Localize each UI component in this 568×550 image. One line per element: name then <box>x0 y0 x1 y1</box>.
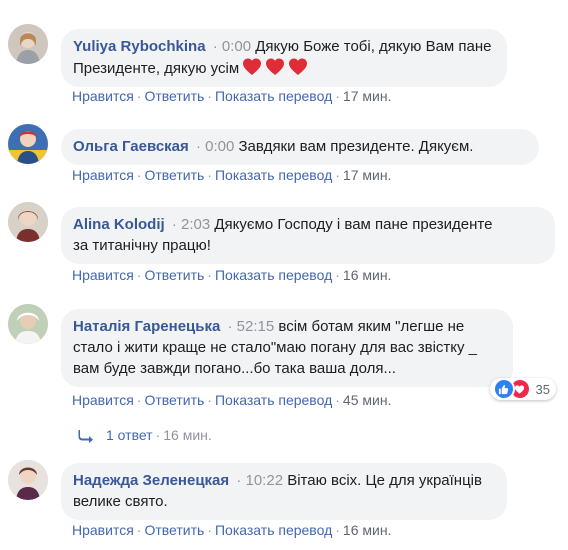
replies-age: 16 мин. <box>163 427 212 443</box>
reactions-summary[interactable]: 35 <box>489 378 556 400</box>
comment-text-line: Дякую Боже тобі, дякую Вам пане <box>255 38 492 55</box>
translate-link[interactable]: Показать перевод <box>215 267 332 283</box>
comment-author[interactable]: Yuliya Rybochkina <box>73 38 206 55</box>
like-link[interactable]: Нравится <box>72 522 134 538</box>
avatar[interactable] <box>8 124 48 164</box>
comment-text-line: за титанічну працю! <box>73 237 211 254</box>
avatar[interactable] <box>8 202 48 242</box>
comment-timestamp[interactable]: 0:00 <box>222 38 251 55</box>
comment-age[interactable]: 17 мин. <box>343 167 392 183</box>
avatar[interactable] <box>8 460 48 500</box>
comment-actions: Нравится · Ответить · Показать перевод · 17 ми… <box>72 88 392 104</box>
comment-bubble: Надежда Зеленецкая · 10:22 Вітаю всіх. Ц… <box>61 463 507 520</box>
red-heart-icon <box>289 58 308 75</box>
reply-arrow-icon <box>78 430 93 444</box>
comment-timestamp[interactable]: 10:22 <box>246 472 284 489</box>
comment-actions: Нравится · Ответить · Показать перевод · 45 ми… <box>72 392 392 408</box>
comment-text-line: велике свято. <box>73 493 168 510</box>
reply-link[interactable]: Ответить <box>144 522 204 538</box>
comment-age[interactable]: 45 мин. <box>343 392 392 408</box>
translate-link[interactable]: Показать перевод <box>215 392 332 408</box>
comment-text-line: Завдяки вам президенте. Дякуєм. <box>238 138 474 155</box>
translate-link[interactable]: Показать перевод <box>215 88 332 104</box>
view-replies-link[interactable]: 1 ответ · 16 мин. <box>78 427 212 444</box>
comment-actions: Нравится · Ответить · Показать перевод · 16 ми… <box>72 267 392 283</box>
avatar[interactable] <box>8 304 48 344</box>
like-reaction-icon <box>492 378 515 400</box>
reply-link[interactable]: Ответить <box>144 88 204 104</box>
comment-author[interactable]: Ольга Гаевская <box>73 138 189 155</box>
comment-bubble: Alina Kolodij · 2:03 Дякуємо Господу і в… <box>61 207 555 264</box>
red-heart-icon <box>243 58 262 75</box>
reply-link[interactable]: Ответить <box>144 167 204 183</box>
like-link[interactable]: Нравится <box>72 88 134 104</box>
comment-author[interactable]: Надежда Зеленецкая <box>73 472 229 489</box>
comment-text-line: вам буде завжди погано...бо така ваша до… <box>73 360 396 377</box>
comment-timestamp[interactable]: 0:00 <box>205 138 234 155</box>
comment-text-line: всім ботам яким "легше не <box>278 318 465 335</box>
comment-bubble: Наталія Гаренецька · 52:15 всім ботам як… <box>61 309 513 387</box>
avatar[interactable] <box>8 24 48 64</box>
comment-age[interactable]: 16 мин. <box>343 522 392 538</box>
translate-link[interactable]: Показать перевод <box>215 522 332 538</box>
comment-author[interactable]: Alina Kolodij <box>73 216 165 233</box>
comment-text-line: Президенте, дякую усім <box>73 60 240 77</box>
comment-bubble: Yuliya Rybochkina · 0:00 Дякую Боже тобі… <box>61 29 507 87</box>
reply-link[interactable]: Ответить <box>144 267 204 283</box>
comment-age[interactable]: 17 мин. <box>343 88 392 104</box>
like-link[interactable]: Нравится <box>72 167 134 183</box>
comment-timestamp[interactable]: 52:15 <box>237 318 275 335</box>
comment-actions: Нравится · Ответить · Показать перевод · 17 ми… <box>72 167 392 183</box>
like-link[interactable]: Нравится <box>72 392 134 408</box>
comment-author[interactable]: Наталія Гаренецька <box>73 318 220 335</box>
comment-text-line: Вітаю всіх. Це для українців <box>287 472 482 489</box>
reaction-count: 35 <box>535 381 550 397</box>
translate-link[interactable]: Показать перевод <box>215 167 332 183</box>
comment-text-line: стало і жити краще не стало"маю погану д… <box>73 339 478 356</box>
comment-bubble: Ольга Гаевская · 0:00 Завдяки вам презид… <box>61 129 539 165</box>
reply-link[interactable]: Ответить <box>144 392 204 408</box>
comment-actions: Нравится · Ответить · Показать перевод · 16 ми… <box>72 522 392 538</box>
comment-text-line: Дякуємо Господу і вам пане президенте <box>214 216 493 233</box>
replies-count[interactable]: 1 ответ <box>106 427 153 443</box>
comment-timestamp[interactable]: 2:03 <box>181 216 210 233</box>
like-link[interactable]: Нравится <box>72 267 134 283</box>
comment-age[interactable]: 16 мин. <box>343 267 392 283</box>
red-heart-icon <box>266 58 285 75</box>
